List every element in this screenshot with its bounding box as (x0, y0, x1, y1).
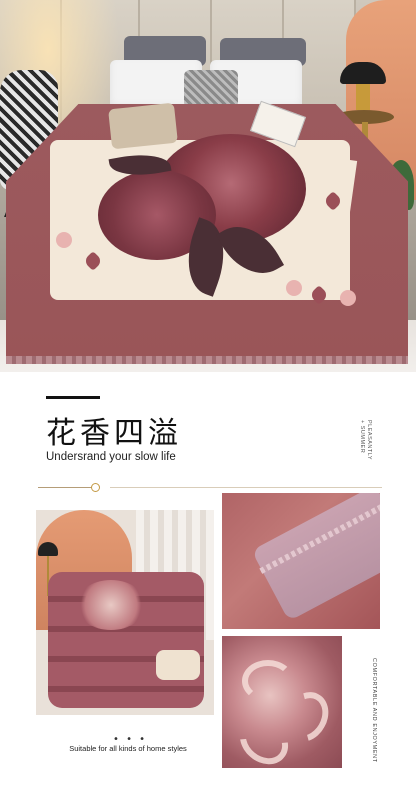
page-title: 花香四溢 (46, 416, 182, 451)
side-caption-line: PLEASANTLY (366, 420, 372, 461)
blanket-fold (251, 493, 380, 622)
flower-blanket (6, 104, 408, 362)
pillow-patterned (184, 70, 238, 108)
hero-bedroom-photo (0, 0, 416, 372)
blanket-edge-closeup (222, 493, 380, 629)
table-lamp-shade (340, 62, 386, 84)
blanket-flower-print (76, 580, 146, 630)
divider-dot (91, 483, 100, 492)
blossom (340, 290, 356, 306)
side-caption-line: + SUMMER (359, 420, 365, 454)
blossom (56, 232, 72, 248)
detail-caption-text: COMFORTABLE AND ENJOYMENT (371, 658, 377, 763)
blanket-texture-closeup (222, 636, 342, 768)
fabric-swirl (242, 660, 294, 702)
title-accent-bar (46, 396, 100, 399)
blanket-edge (6, 356, 408, 364)
side-caption: PLEASANTLY + SUMMER (359, 420, 396, 461)
divider-line (110, 487, 382, 488)
subtitle: Undersrand your slow life (46, 451, 176, 463)
footer-text: Suitable for all kinds of home styles (69, 744, 187, 753)
divider-line (38, 487, 94, 488)
blossom (286, 280, 302, 296)
pillow-beige (108, 102, 178, 150)
table-lamp-base (356, 84, 370, 110)
blanket-cream-print (156, 650, 200, 680)
folded-blanket-photo (36, 510, 214, 715)
lamp-shade (38, 542, 58, 556)
